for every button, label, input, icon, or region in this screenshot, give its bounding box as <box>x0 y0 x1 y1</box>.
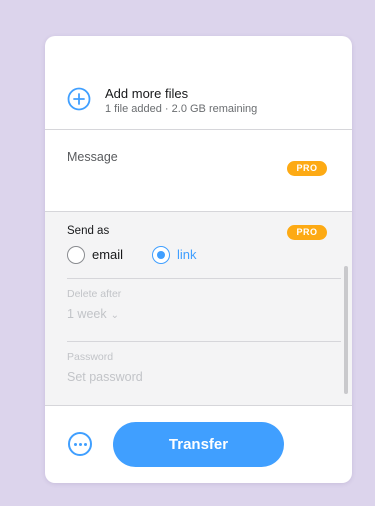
delete-after-select[interactable]: 1 week ⌄ <box>67 307 119 321</box>
send-as-email-label[interactable]: email <box>92 247 123 262</box>
message-placeholder: Message <box>67 150 118 164</box>
ellipsis-circle-icon <box>70 434 90 454</box>
transfer-panel: Add more files 1 file added · 2.0 GB rem… <box>45 36 352 483</box>
password-pro-badge[interactable]: PRO <box>287 225 327 240</box>
delete-after-label: Delete after <box>67 288 122 300</box>
page-background: Add more files 1 file added · 2.0 GB rem… <box>0 0 375 506</box>
add-files-title[interactable]: Add more files <box>105 86 188 101</box>
more-options-button[interactable] <box>68 432 92 456</box>
send-as-link-label[interactable]: link <box>177 247 197 262</box>
files-status-text: 1 file added · 2.0 GB remaining <box>105 103 258 115</box>
send-as-link-radio[interactable] <box>152 246 170 264</box>
send-as-label: Send as <box>67 225 110 237</box>
add-files-section[interactable]: Add more files 1 file added · 2.0 GB rem… <box>45 36 352 130</box>
divider <box>67 341 341 342</box>
radio-selected-dot <box>157 251 165 259</box>
divider <box>67 278 341 279</box>
delete-after-value: 1 week <box>67 307 107 321</box>
settings-scrollbar[interactable] <box>344 266 348 394</box>
transfer-settings: Send as email link Delete after 1 week ⌄ … <box>45 212 352 406</box>
chevron-down-icon: ⌄ <box>110 310 119 321</box>
delete-after-pro-badge[interactable]: PRO <box>287 161 327 176</box>
add-circle-icon[interactable] <box>67 87 91 111</box>
password-label: Password <box>67 351 114 363</box>
transfer-button[interactable]: Transfer <box>113 422 284 467</box>
password-input[interactable]: Set password <box>67 370 143 384</box>
send-as-email-radio[interactable] <box>67 246 85 264</box>
